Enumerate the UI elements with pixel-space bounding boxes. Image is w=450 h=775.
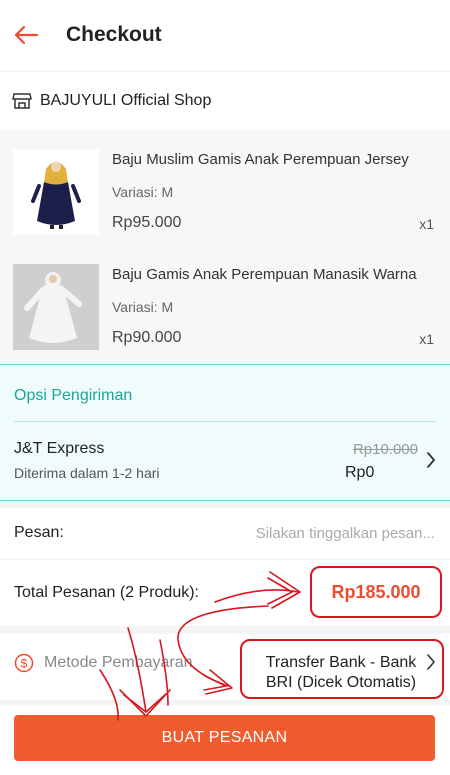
total-highlight: Rp185.000	[310, 566, 442, 618]
product-price: Rp90.000	[112, 329, 182, 346]
total-label: Total Pesanan (2 Produk):	[14, 584, 199, 601]
app-header: Checkout	[0, 0, 450, 70]
shipping-section: Opsi Pengiriman J&T Express Diterima dal…	[0, 364, 450, 501]
shipping-title: Opsi Pengiriman	[14, 387, 133, 404]
store-icon	[12, 93, 32, 109]
product-item[interactable]: Baju Muslim Gamis Anak Perempuan Jersey …	[0, 134, 450, 249]
product-name: Baju Muslim Gamis Anak Perempuan Jersey	[112, 151, 409, 168]
original-shipping-cost: Rp10.000	[352, 441, 418, 458]
product-name: Baju Gamis Anak Perempuan Manasik Warna	[112, 266, 417, 283]
payment-value: Transfer Bank - Bank BRI (Dicek Otomatis…	[265, 654, 417, 691]
product-variant: Variasi: M	[112, 299, 174, 315]
product-image	[13, 264, 99, 350]
page-title: Checkout	[66, 23, 162, 46]
footer-bar: BUAT PESANAN	[0, 705, 450, 775]
chevron-right-icon	[427, 654, 435, 670]
courier-name: J&T Express	[14, 440, 105, 457]
chevron-right-icon	[427, 452, 435, 468]
product-image	[13, 149, 99, 235]
shop-row[interactable]: BAJUYULI Official Shop	[0, 72, 450, 130]
product-qty: x1	[419, 216, 434, 232]
divider	[14, 421, 436, 422]
place-order-button[interactable]: BUAT PESANAN	[14, 715, 435, 761]
arrow-left-icon	[14, 25, 39, 45]
shop-name: BAJUYULI Official Shop	[40, 92, 212, 109]
message-label: Pesan:	[14, 524, 64, 541]
back-button[interactable]	[0, 0, 52, 70]
message-row: Pesan:	[0, 508, 450, 558]
product-list: Baju Muslim Gamis Anak Perempuan Jersey …	[0, 134, 450, 364]
delivery-eta: Diterima dalam 1-2 hari	[14, 465, 160, 481]
product-qty: x1	[419, 331, 434, 347]
message-input[interactable]	[150, 518, 435, 548]
product-price: Rp95.000	[112, 214, 182, 231]
payment-value-box[interactable]: Transfer Bank - Bank BRI (Dicek Otomatis…	[240, 639, 444, 699]
product-variant: Variasi: M	[112, 184, 174, 200]
product-item[interactable]: Baju Gamis Anak Perempuan Manasik Warna …	[0, 249, 450, 364]
dollar-circle-icon: $	[14, 653, 34, 673]
svg-text:$: $	[21, 657, 28, 671]
total-value: Rp185.000	[331, 581, 421, 602]
shipping-cost: Rp0	[345, 464, 375, 481]
payment-label: Metode Pembayaran	[44, 654, 193, 671]
